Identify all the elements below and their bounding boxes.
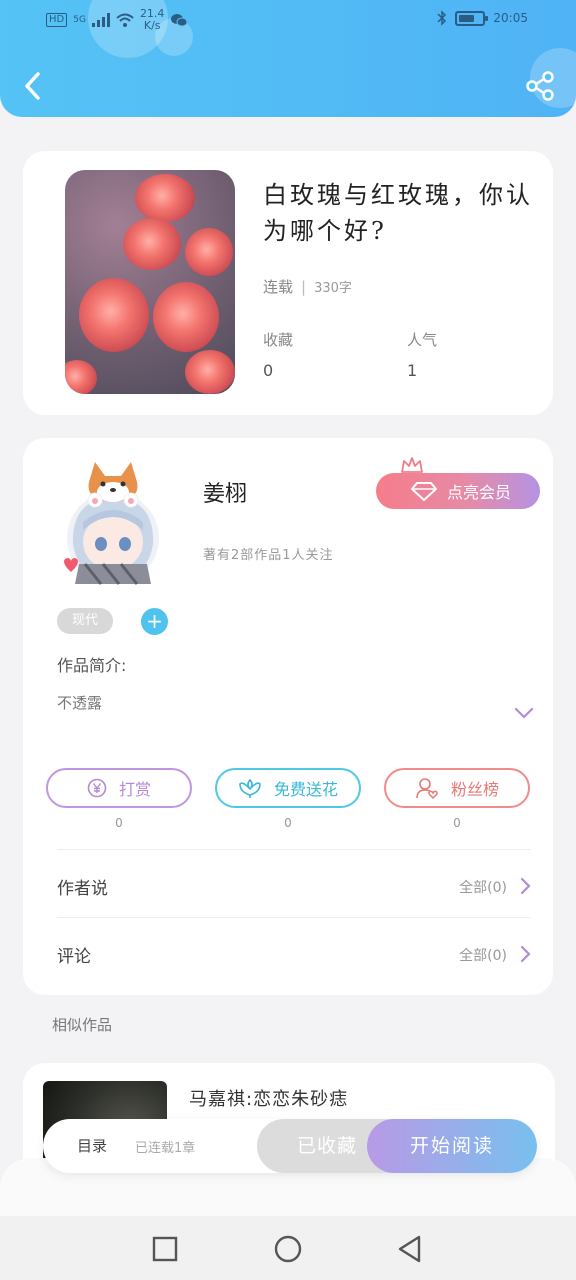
favorites-label: 收藏 <box>263 331 294 349</box>
crown-icon <box>401 457 423 473</box>
network-type: 5G <box>73 15 86 25</box>
intro-text: 不透露 <box>57 694 103 712</box>
hd-indicator: HD <box>46 13 68 27</box>
author-avatar[interactable] <box>51 452 171 587</box>
rose-shape <box>123 218 181 270</box>
tip-label: 打赏 <box>118 780 151 799</box>
square-icon <box>152 1236 178 1262</box>
chevron-right-icon <box>520 877 531 895</box>
share-icon <box>526 71 554 101</box>
book-meta: 连载 | 330字 <box>263 278 352 296</box>
book-info-card: 白玫瑰与红玫瑰，你认为哪个好? 连载 | 330字 收藏 0 人气 1 <box>23 151 553 415</box>
fan-count: 0 <box>453 816 461 830</box>
similar-works-title: 相似作品 <box>52 1016 113 1034</box>
circle-icon <box>274 1235 302 1263</box>
rose-shape <box>185 350 235 394</box>
tip-button[interactable]: 打赏 <box>46 768 192 808</box>
rose-shape <box>65 360 97 394</box>
wifi-icon <box>116 13 134 27</box>
back-nav-button[interactable] <box>395 1234 425 1264</box>
author-notes-row[interactable]: 作者说 全部(0) <box>57 872 531 902</box>
author-notes-all[interactable]: 全部(0) <box>459 877 507 897</box>
reading-action-bar: 目录 已连载1章 已收藏 开始阅读 <box>43 1119 537 1173</box>
flower-icon <box>239 779 261 798</box>
vip-button[interactable]: 点亮会员 <box>376 473 540 509</box>
intro-label: 作品简介: <box>57 656 127 675</box>
home-button[interactable] <box>273 1234 303 1264</box>
fan-rank-label: 粉丝榜 <box>450 780 499 799</box>
comments-row[interactable]: 评论 全部(0) <box>57 940 531 970</box>
send-flower-button[interactable]: 免费送花 <box>215 768 361 808</box>
send-flower-label: 免费送花 <box>273 780 338 799</box>
bluetooth-icon <box>437 10 447 26</box>
start-reading-button[interactable]: 开始阅读 <box>367 1119 537 1173</box>
speed-unit: K/s <box>143 19 161 32</box>
rose-shape <box>135 174 195 222</box>
battery-level <box>459 14 474 22</box>
vip-button-label: 点亮会员 <box>446 483 511 502</box>
rose-shape <box>185 228 233 276</box>
genre-tag[interactable]: 现代 <box>57 608 113 634</box>
fan-rank-button[interactable]: 粉丝榜 <box>384 768 530 808</box>
rose-shape <box>79 278 149 352</box>
recent-apps-button[interactable] <box>150 1234 180 1264</box>
add-tag-button[interactable]: + <box>141 608 168 635</box>
favorites-value: 0 <box>263 361 274 380</box>
tip-count: 0 <box>115 816 123 830</box>
word-count: 330字 <box>314 281 352 296</box>
back-button[interactable] <box>18 66 48 106</box>
serial-status: 连载 <box>263 278 294 296</box>
chevron-left-icon <box>25 72 40 100</box>
author-name[interactable]: 姜栩 <box>203 476 247 508</box>
divider <box>57 917 531 918</box>
comments-all[interactable]: 全部(0) <box>459 945 507 965</box>
battery-icon <box>455 10 489 26</box>
system-nav-bar <box>0 1216 576 1280</box>
divider <box>57 849 531 850</box>
author-notes-label: 作者说 <box>57 879 108 899</box>
comments-label: 评论 <box>57 947 91 967</box>
popularity-value: 1 <box>407 361 418 380</box>
user-heart-icon <box>416 778 438 800</box>
expand-button[interactable] <box>513 706 535 720</box>
rose-shape <box>153 282 219 352</box>
author-card: 姜栩 著有2部作品1人关注 点亮会员 现代 + 作品简介: 不透露 打赏 免费送… <box>23 438 553 995</box>
diamond-icon <box>410 482 437 501</box>
plus-icon: + <box>146 609 163 633</box>
clock: 20:05 <box>493 11 528 25</box>
serial-progress: 已连载1章 <box>135 1141 196 1156</box>
book-title: 白玫瑰与红玫瑰，你认为哪个好? <box>263 181 533 245</box>
popularity-label: 人气 <box>407 331 438 349</box>
triangle-back-icon <box>398 1235 421 1263</box>
app-header: HD 5G 21.4 K/s 20:05 <box>0 0 576 117</box>
author-stats: 著有2部作品1人关注 <box>203 548 334 563</box>
share-button[interactable] <box>524 70 556 102</box>
toc-button[interactable]: 目录 <box>77 1135 107 1156</box>
book-cover-image[interactable] <box>65 170 235 394</box>
chevron-right-icon <box>520 945 531 963</box>
wechat-icon <box>171 14 188 27</box>
network-speed: 21.4 K/s <box>140 8 165 32</box>
chevron-down-icon <box>514 707 534 719</box>
similar-work-name[interactable]: 马嘉祺:恋恋朱砂痣 <box>189 1085 348 1111</box>
signal-icon <box>91 13 110 27</box>
flower-count: 0 <box>284 816 292 830</box>
status-bar: HD 5G 21.4 K/s 20:05 <box>0 0 576 44</box>
yen-coin-icon <box>87 778 107 798</box>
